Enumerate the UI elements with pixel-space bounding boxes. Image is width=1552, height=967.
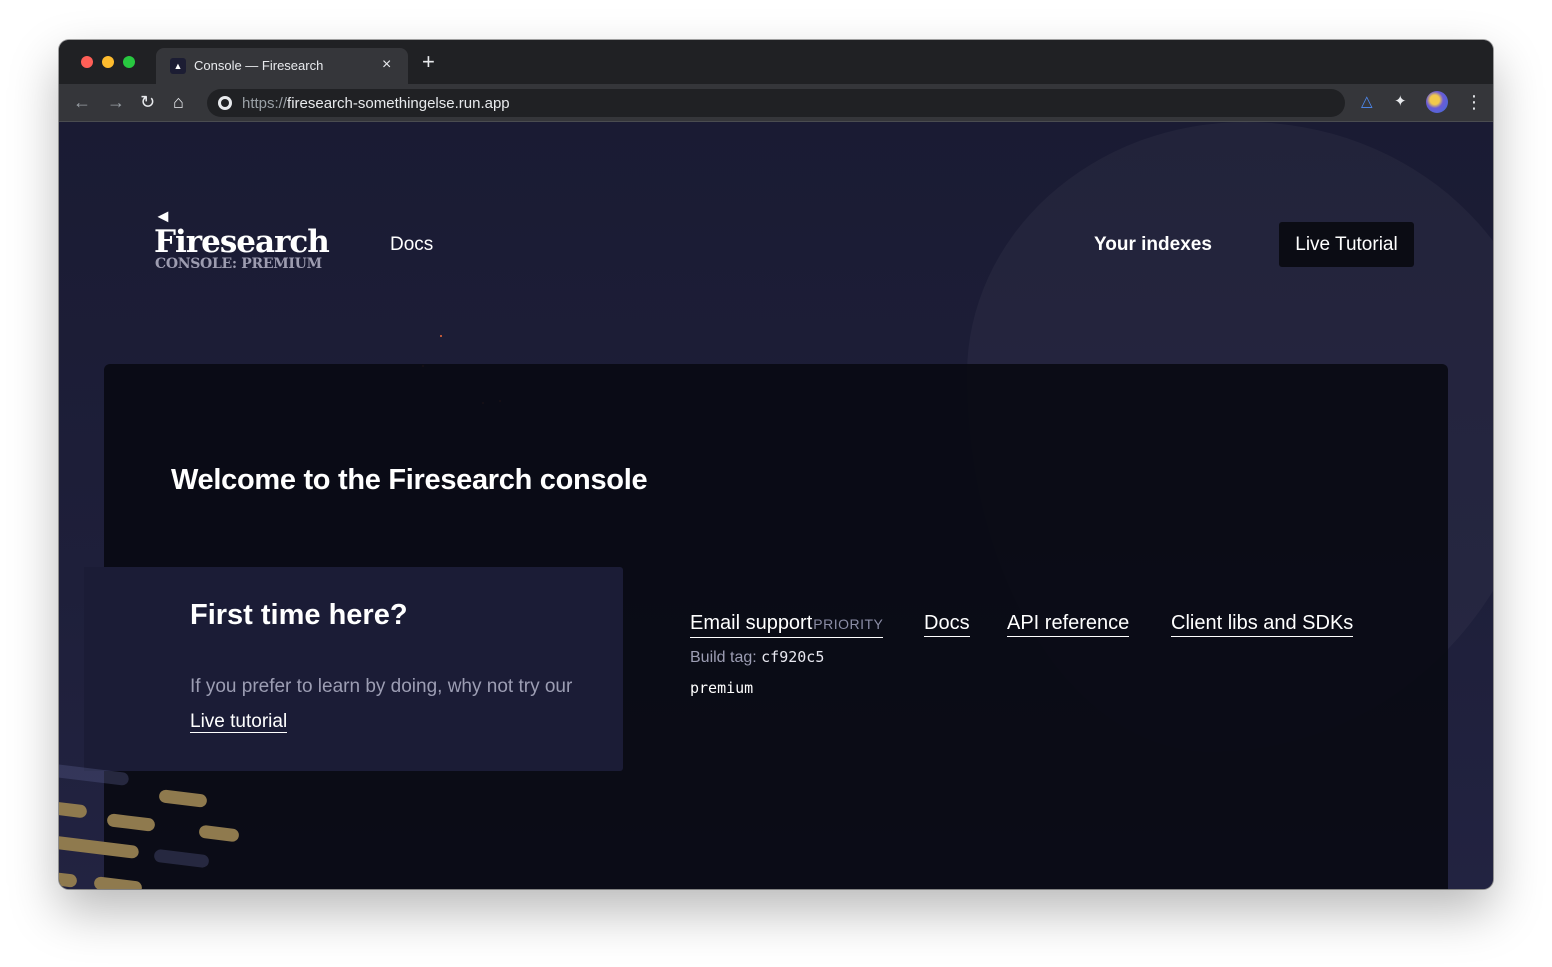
first-time-heading: First time here? [190, 599, 408, 631]
url-host: firesearch-somethingelse.run.app [287, 95, 510, 112]
browser-toolbar: ← → ↻ ⌂ https://firesearch-somethingelse… [59, 84, 1493, 122]
close-tab-icon[interactable]: × [382, 56, 391, 74]
stripe [158, 789, 208, 808]
back-arrow-icon[interactable]: ← [73, 91, 91, 113]
extension-icon[interactable]: △ [1361, 92, 1373, 112]
url-text[interactable]: https://firesearch-somethingelse.run.app [242, 95, 510, 112]
tab-strip: ▲ Console — Firesearch × + [59, 40, 1493, 84]
build-tag-label: Build tag: [690, 649, 762, 666]
client-libs-link[interactable]: Client libs and SDKs [1171, 610, 1354, 637]
email-support-label: Email support [690, 612, 813, 634]
reload-icon[interactable]: ↻ [140, 91, 155, 113]
nav-docs-link[interactable]: Docs [390, 234, 433, 256]
live-tutorial-button[interactable]: Live Tutorial [1279, 222, 1414, 267]
stripe [106, 813, 156, 832]
new-tab-button[interactable]: + [422, 51, 435, 73]
logo-wordmark: Firesearch [154, 224, 330, 260]
stripe [153, 848, 210, 869]
build-tag-value: cf920c5 [761, 648, 825, 666]
first-time-text: If you prefer to learn by doing, why not… [190, 669, 590, 739]
url-scheme: https:// [242, 95, 288, 112]
stripe [59, 869, 78, 888]
docs-link[interactable]: Docs [924, 610, 970, 637]
stripe [59, 833, 140, 860]
zoom-window-button[interactable] [123, 56, 135, 68]
browser-tab[interactable]: ▲ Console — Firesearch × [156, 48, 408, 84]
puzzle-icon[interactable]: ✦ [1394, 92, 1407, 112]
email-support-link[interactable]: Email supportPRIORITY [690, 610, 884, 638]
flame-icon: ◄ [154, 206, 172, 226]
plan-name: premium [690, 679, 754, 697]
profile-avatar[interactable] [1426, 91, 1448, 113]
minimize-window-button[interactable] [102, 56, 114, 68]
priority-badge: PRIORITY [813, 616, 884, 632]
flame-icon: ▲ [170, 58, 186, 74]
stripe [198, 824, 240, 843]
kebab-menu-icon[interactable]: ⋮ [1465, 92, 1483, 112]
api-reference-link[interactable]: API reference [1007, 610, 1130, 637]
stripe [93, 876, 143, 889]
nav-your-indexes-link[interactable]: Your indexes [1094, 234, 1212, 256]
home-icon[interactable]: ⌂ [173, 91, 184, 113]
tab-title: Console — Firesearch [194, 58, 324, 73]
welcome-heading: Welcome to the Firesearch console [171, 464, 648, 496]
decorative-stripes [59, 722, 249, 889]
site-info-icon[interactable] [218, 96, 232, 110]
stripe [59, 760, 130, 787]
logo-subtitle: CONSOLE: PREMIUM [155, 256, 322, 272]
stripe [59, 798, 88, 819]
close-window-button[interactable] [81, 56, 93, 68]
page-content: ◄ Firesearch CONSOLE: PREMIUM Docs Your … [59, 122, 1493, 889]
first-time-body: If you prefer to learn by doing, why not… [190, 676, 573, 697]
address-bar[interactable]: https://firesearch-somethingelse.run.app [207, 89, 1345, 117]
build-tag: Build tag: cf920c5 [690, 648, 824, 667]
browser-window: ▲ Console — Firesearch × + ← → ↻ ⌂ https… [59, 40, 1493, 889]
forward-arrow-icon[interactable]: → [107, 91, 125, 113]
ember-spark [440, 335, 442, 337]
